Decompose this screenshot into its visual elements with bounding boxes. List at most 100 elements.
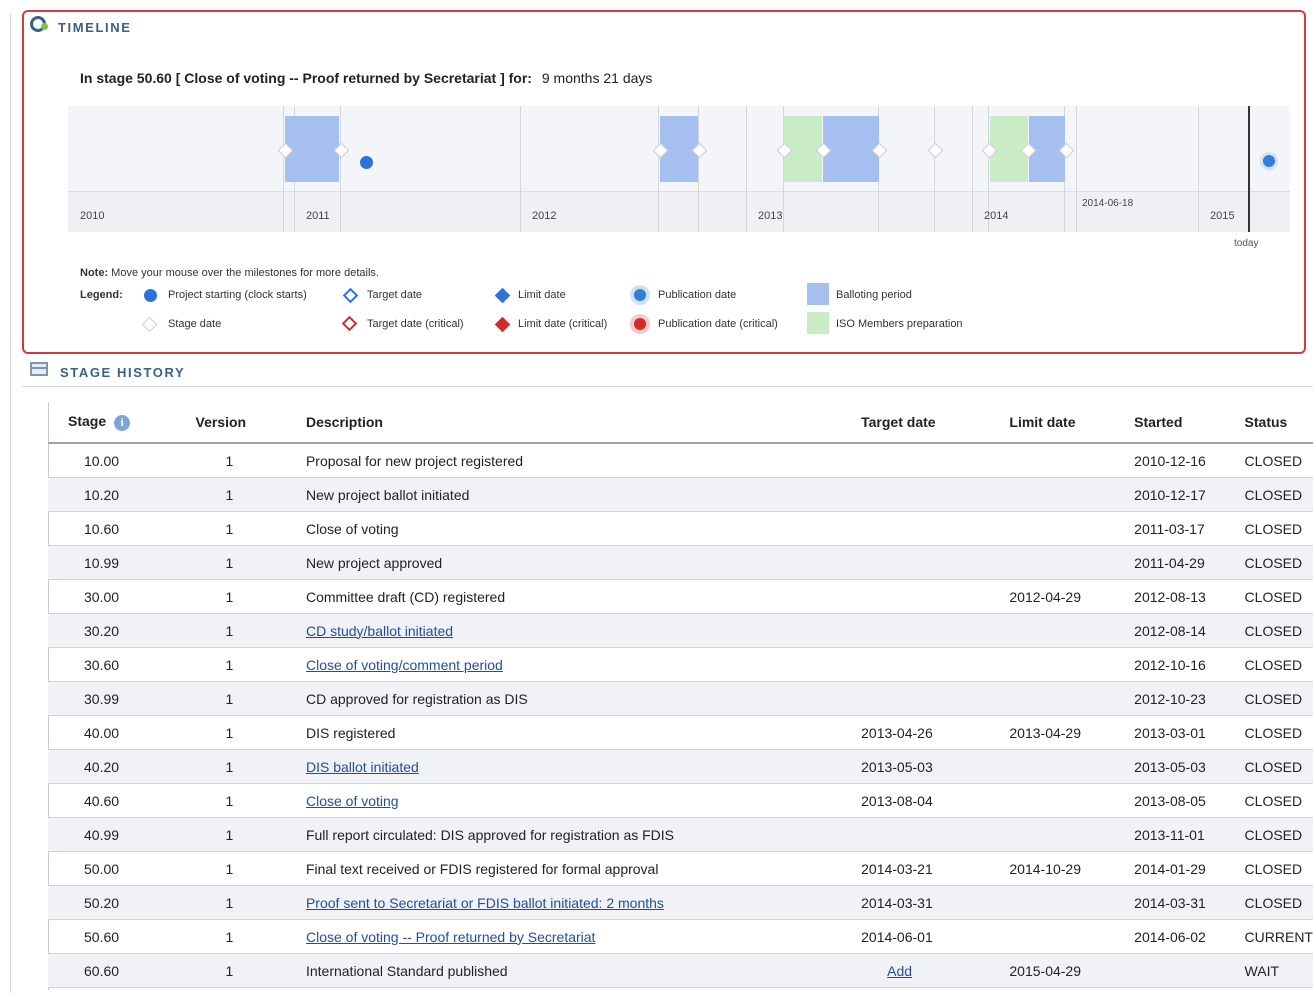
year-divider	[1198, 106, 1199, 232]
cell-stage: 30.60	[48, 647, 196, 682]
cell-version: 1	[195, 681, 306, 716]
publication-date-marker[interactable]	[1260, 152, 1278, 170]
iso-preparation-icon	[807, 312, 829, 334]
timeline-chart: 2010 2011 2012 2013 2014 2015	[68, 106, 1290, 232]
col-description[interactable]: Description	[305, 402, 862, 444]
cell-version: 1	[195, 851, 306, 886]
cell-version: 1	[195, 443, 306, 478]
cell-status: CLOSED	[1244, 817, 1313, 852]
legend-item-stage-date: Stage date	[168, 318, 222, 330]
cell-stage: 10.20	[48, 477, 196, 512]
table-row: 10.60 1 Close of voting 2011-03-17 CLOSED	[48, 511, 1313, 546]
col-status[interactable]: Status	[1244, 402, 1313, 444]
add-target-date-link[interactable]: Add	[887, 963, 912, 979]
year-divider	[746, 106, 747, 232]
stage-date-marker[interactable]	[927, 142, 944, 159]
cell-version: 1	[195, 511, 306, 546]
year-label: 2015	[1210, 210, 1235, 222]
legend-note-text: Move your mouse over the milestones for …	[111, 267, 379, 279]
cell-started: 2012-08-13	[1134, 579, 1245, 614]
cell-started: 2013-05-03	[1134, 749, 1245, 784]
timeline-icon	[30, 16, 48, 32]
stage-marker-line	[934, 106, 935, 232]
cell-started: 2013-03-01	[1134, 715, 1245, 750]
table-row: 40.20 1 DIS ballot initiated 2013-05-03 2013…	[48, 749, 1313, 784]
year-label: 2010	[80, 210, 105, 222]
cell-description: New project ballot initiated	[305, 477, 862, 512]
stage-description-link[interactable]: Close of voting -- Proof returned by Sec…	[306, 929, 595, 945]
cell-description: New project approved	[305, 545, 862, 580]
cell-description: Final text received or FDIS registered f…	[305, 851, 862, 886]
cell-started: 2014-06-02	[1134, 919, 1245, 954]
legend-item-limit-date: Limit date	[518, 289, 566, 301]
cell-stage: 50.20	[48, 885, 196, 920]
cell-status: CLOSED	[1244, 783, 1313, 818]
year-label: 2013	[758, 210, 783, 222]
col-target-date[interactable]: Target date	[861, 402, 1010, 444]
cell-target-date: 2013-05-03	[861, 749, 1010, 784]
legend-item-publication-date-critical: Publication date (critical)	[658, 318, 778, 330]
legend-item-limit-date-critical: Limit date (critical)	[518, 318, 608, 330]
cell-status: CLOSED	[1244, 443, 1313, 478]
info-icon[interactable]: i	[114, 414, 131, 431]
cell-started: 2010-12-16	[1134, 443, 1245, 478]
stage-description-link[interactable]: Proof sent to Secretariat or FDIS ballot…	[306, 895, 664, 911]
cell-version: 1	[195, 477, 306, 512]
stage-marker-line	[340, 106, 341, 232]
stage-marker-line	[658, 106, 659, 232]
cell-target-date: 2013-04-26	[861, 715, 1010, 750]
cell-description: Close of voting/comment period	[305, 647, 862, 682]
cell-stage: 30.00	[48, 579, 196, 614]
cell-description: CD study/ballot initiated	[305, 613, 862, 648]
cell-limit-date	[1009, 647, 1135, 682]
col-stage[interactable]: Stage i	[48, 402, 196, 444]
cell-version: 1	[195, 817, 306, 852]
cell-started: 2014-03-31	[1134, 885, 1245, 920]
cell-description: Close of voting -- Proof returned by Sec…	[305, 919, 862, 954]
cell-limit-date	[1009, 545, 1135, 580]
publication-date-critical-icon	[630, 314, 650, 334]
cell-description: CD approved for registration as DIS	[305, 681, 862, 716]
timeline-panel: TIMELINE In stage 50.60 [ Close of votin…	[22, 10, 1306, 354]
today-label: today	[1234, 238, 1259, 249]
stage-description-link[interactable]: Close of voting/comment period	[306, 657, 503, 673]
project-start-icon	[144, 289, 157, 302]
project-start-marker[interactable]	[360, 156, 373, 169]
balloting-period-bar[interactable]	[823, 116, 879, 182]
cell-limit-date	[1009, 613, 1135, 648]
today-line	[1248, 106, 1250, 232]
stage-description-link[interactable]: CD study/ballot initiated	[306, 623, 453, 639]
col-stage-label: Stage	[68, 413, 107, 430]
table-header-row: Stage i Version Description Target date L…	[48, 402, 1313, 444]
cell-version: 1	[195, 613, 306, 648]
cell-target-date: 2014-06-01	[861, 919, 1010, 954]
table-row: 10.00 1 Proposal for new project registere…	[48, 443, 1313, 478]
col-started[interactable]: Started	[1134, 402, 1245, 444]
cell-limit-date	[1009, 817, 1135, 852]
cell-status: CLOSED	[1244, 545, 1313, 580]
current-stage-duration: 9 months 21 days	[541, 70, 653, 86]
cell-limit-date	[1009, 749, 1135, 784]
publication-date-icon-core	[634, 289, 646, 301]
cell-limit-date: 2014-10-29	[1009, 851, 1135, 886]
col-limit-date[interactable]: Limit date	[1009, 402, 1135, 444]
table-row: 30.00 1 Committee draft (CD) registered 201…	[48, 579, 1313, 614]
col-version[interactable]: Version	[195, 402, 306, 444]
stage-history-icon	[30, 362, 48, 376]
cell-target-date	[861, 545, 1010, 580]
balloting-period-bar[interactable]	[285, 116, 339, 182]
stage-description-link[interactable]: Close of voting	[306, 793, 399, 809]
table-row: 60.60 1 International Standard published Ad…	[48, 953, 1313, 988]
cell-status: CLOSED	[1244, 715, 1313, 750]
cell-version: 1	[195, 715, 306, 750]
cell-status: CLOSED	[1244, 613, 1313, 648]
stage-marker-line	[698, 106, 699, 232]
section-divider	[22, 386, 1313, 387]
cell-limit-date	[1009, 783, 1135, 818]
cell-status: CURRENT	[1244, 919, 1313, 954]
cell-limit-date	[1009, 681, 1135, 716]
legend-item-iso-preparation: ISO Members preparation	[836, 318, 963, 330]
stage-description-link[interactable]: DIS ballot initiated	[306, 759, 419, 775]
table-row: 10.99 1 New project approved 2011-04-29 CLOS…	[48, 545, 1313, 580]
cell-started: 2012-10-16	[1134, 647, 1245, 682]
